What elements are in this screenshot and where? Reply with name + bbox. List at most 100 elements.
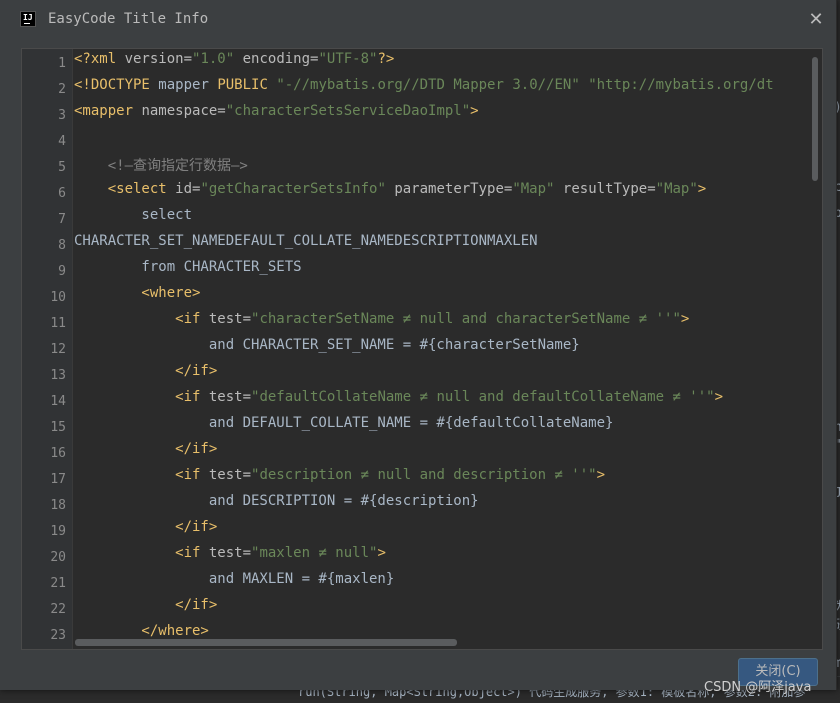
dialog-titlebar: IJ EasyCode Title Info ✕ <box>0 0 836 40</box>
code-token: <?xml <box>74 51 125 67</box>
code-token: select <box>74 207 193 223</box>
code-token: resultType= <box>554 181 656 197</box>
line-number: 20 <box>50 550 66 565</box>
line-number: 12 <box>50 342 66 357</box>
line-number-gutter: 1 2 3 4 5 6 7 8 9 10 11 12 13 14 15 16 17 18 19 20 21 22 23 <box>22 49 73 649</box>
line-number: 22 <box>50 602 66 617</box>
code-token: and DEFAULT_COLLATE_NAME = #{defaultColl… <box>74 415 614 431</box>
code-line: <?xml version="1.0" encoding="UTF-8"?> <box>74 51 394 77</box>
code-token: <if <box>74 389 209 405</box>
line-number: 7 <box>58 212 66 227</box>
line-number: 15 <box>50 420 66 435</box>
code-token: "-//mybatis.org//DTD Mapper 3.0//EN" "ht… <box>276 77 774 93</box>
code-line: <if test="characterSetName ≠ null and ch… <box>74 311 689 337</box>
code-line: <if test="defaultCollateName ≠ null and … <box>74 389 723 415</box>
code-token: "getCharacterSetsInfo" <box>200 181 386 197</box>
code-token: <mapper <box>74 103 142 119</box>
code-line: <!DOCTYPE mapper PUBLIC "-//mybatis.org/… <box>74 77 774 103</box>
code-token: "UTF-8" <box>318 51 378 67</box>
line-number: 10 <box>50 290 66 305</box>
code-line: and MAXLEN = #{maxlen} <box>74 571 394 597</box>
code-token: > <box>697 181 707 197</box>
code-area[interactable]: <?xml version="1.0" encoding="UTF-8"?> <!… <box>74 49 810 649</box>
code-line: <where> <box>74 285 200 311</box>
line-number: 3 <box>58 108 66 123</box>
code-token: <select <box>74 181 176 197</box>
code-line: and DEFAULT_COLLATE_NAME = #{defaultColl… <box>74 415 614 441</box>
line-number: 11 <box>50 316 66 331</box>
code-line: select <box>74 207 192 233</box>
code-token: "Map" <box>512 181 555 197</box>
code-editor[interactable]: 1 2 3 4 5 6 7 8 9 10 11 12 13 14 15 16 17 18 19 20 21 22 23 <?… <box>21 48 823 650</box>
vertical-scrollbar-thumb[interactable] <box>812 57 818 181</box>
dialog-title: EasyCode Title Info <box>48 11 209 27</box>
code-line: <select id="getCharacterSetsInfo" parame… <box>74 181 707 207</box>
line-number: 19 <box>50 524 66 539</box>
code-token: > <box>377 545 386 561</box>
code-token: <if <box>74 311 209 327</box>
code-token: "maxlen ≠ null" <box>251 545 378 561</box>
line-number: 17 <box>50 472 66 487</box>
code-line: </if> <box>74 363 217 389</box>
line-number: 1 <box>58 56 66 71</box>
code-token: "1.0" <box>192 51 235 67</box>
code-token: and MAXLEN = #{maxlen} <box>74 571 395 587</box>
line-number: 6 <box>58 186 66 201</box>
intellij-logo-icon: IJ <box>20 11 36 27</box>
code-token: "defaultCollateName ≠ null and defaultCo… <box>251 389 715 405</box>
code-token: "description ≠ null and description ≠ ''… <box>251 467 597 483</box>
code-token: <where> <box>74 285 201 301</box>
code-token: <if <box>74 545 209 561</box>
horizontal-scrollbar-thumb[interactable] <box>75 639 457 646</box>
code-token: and DESCRIPTION = #{description} <box>74 493 479 509</box>
csdn-watermark: CSDN @阿泽java <box>704 680 812 695</box>
code-token: ?> <box>377 51 395 67</box>
code-token: > <box>714 389 724 405</box>
line-number: 23 <box>50 628 66 643</box>
code-line: CHARACTER_SET_NAMEDEFAULT_COLLATE_NAMEDE… <box>74 233 538 259</box>
code-line: from CHARACTER_SETS <box>74 259 302 285</box>
line-number: 14 <box>50 394 66 409</box>
line-number: 5 <box>58 160 66 175</box>
code-line: </if> <box>74 597 217 623</box>
code-token: </if> <box>74 519 218 535</box>
code-token: id= <box>175 181 201 197</box>
line-number: 21 <box>50 576 66 591</box>
code-token: </if> <box>74 363 218 379</box>
line-number: 8 <box>58 238 66 253</box>
code-token: test= <box>208 545 252 561</box>
easycode-dialog: IJ EasyCode Title Info ✕ 1 2 3 4 5 6 7 8 9 10 11 12… <box>0 0 837 690</box>
code-line: <if test="maxlen ≠ null"> <box>74 545 386 571</box>
code-token: namespace= <box>141 103 226 119</box>
code-token: "characterSetName ≠ null and characterSe… <box>251 311 681 327</box>
code-line: <if test="description ≠ null and descrip… <box>74 467 605 493</box>
code-token: encoding= <box>234 51 319 67</box>
code-token: > <box>596 467 606 483</box>
line-number: 13 <box>50 368 66 383</box>
code-token: mapper <box>158 77 218 93</box>
code-line: and CHARACTER_SET_NAME = #{characterSetN… <box>74 337 580 363</box>
code-token: PUBLIC <box>217 77 277 93</box>
code-token: "characterSetsServiceDaoImpl" <box>225 103 471 119</box>
line-number: 4 <box>58 134 66 149</box>
code-token: </if> <box>74 597 218 613</box>
code-token: parameterType= <box>385 181 513 197</box>
code-line: </if> <box>74 519 217 545</box>
line-number: 18 <box>50 498 66 513</box>
code-token: <if <box>74 467 209 483</box>
code-token: CHARACTER_SET_NAMEDEFAULT_COLLATE_NAMEDE… <box>74 233 538 249</box>
line-number: 2 <box>58 82 66 97</box>
code-token: > <box>470 103 479 119</box>
code-line: <!—查询指定行数据—> <box>74 155 248 181</box>
code-token: <!—查询指定行数据—> <box>74 158 248 174</box>
code-line: and DESCRIPTION = #{description} <box>74 493 479 519</box>
code-token: <!DOCTYPE <box>74 77 159 93</box>
code-token: > <box>680 311 690 327</box>
code-token: from CHARACTER_SETS <box>74 259 302 275</box>
code-line: </if> <box>74 441 217 467</box>
code-token: </if> <box>74 441 218 457</box>
code-token: "Map" <box>655 181 698 197</box>
code-token: test= <box>208 389 252 405</box>
code-token: test= <box>208 467 252 483</box>
close-icon[interactable]: ✕ <box>806 10 826 30</box>
